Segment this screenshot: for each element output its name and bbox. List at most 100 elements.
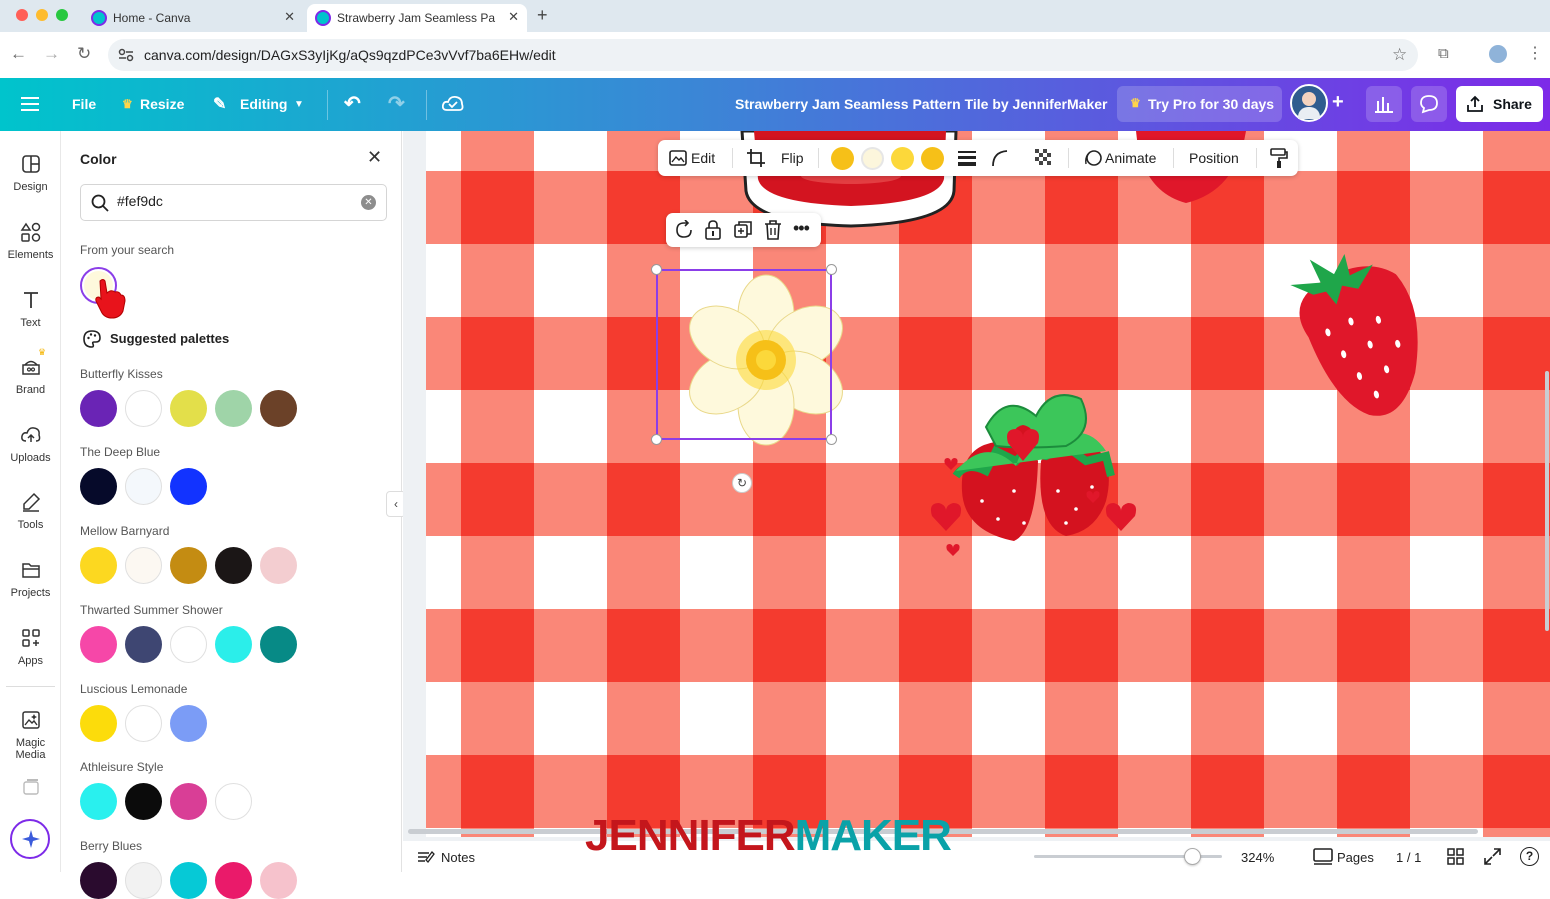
- palette-swatch[interactable]: [125, 705, 162, 742]
- copy-style-paint-roller-icon[interactable]: [1269, 147, 1289, 169]
- pages-button[interactable]: Pages: [1337, 850, 1374, 865]
- palette-swatch[interactable]: [215, 390, 252, 427]
- resize-handle[interactable]: [826, 434, 837, 445]
- selection-box[interactable]: [651, 264, 837, 445]
- design-title[interactable]: Strawberry Jam Seamless Pattern Tile by …: [735, 96, 1107, 112]
- close-window-button[interactable]: [16, 9, 28, 21]
- maximize-window-button[interactable]: [56, 9, 68, 21]
- site-settings-icon[interactable]: [118, 48, 134, 62]
- lock-icon[interactable]: [704, 219, 722, 241]
- add-collaborator-icon[interactable]: +: [1332, 91, 1344, 114]
- minimize-window-button[interactable]: [36, 9, 48, 21]
- palette-swatch[interactable]: [125, 547, 162, 584]
- element-color-swatch[interactable]: [861, 147, 884, 170]
- profile-avatar[interactable]: [1489, 45, 1507, 63]
- resize-handle[interactable]: [651, 434, 662, 445]
- color-search-input[interactable]: [117, 193, 347, 209]
- palette-swatch[interactable]: [215, 547, 252, 584]
- help-icon[interactable]: ?: [1520, 847, 1539, 866]
- more-options-icon[interactable]: •••: [793, 218, 810, 239]
- browser-menu-icon[interactable]: ⋮: [1527, 43, 1543, 63]
- palette-swatch[interactable]: [125, 390, 162, 427]
- resize-handle[interactable]: [651, 264, 662, 275]
- insights-button[interactable]: [1366, 86, 1402, 122]
- rail-item-design[interactable]: Design: [0, 153, 61, 193]
- transparency-icon[interactable]: [1035, 149, 1053, 167]
- clear-search-icon[interactable]: ✕: [361, 195, 376, 210]
- collaborator-avatar[interactable]: [1290, 84, 1328, 122]
- palette-swatch[interactable]: [170, 705, 207, 742]
- close-tab-icon[interactable]: ✕: [508, 9, 519, 25]
- rail-item-text[interactable]: Text: [0, 289, 61, 329]
- element-color-swatch[interactable]: [831, 147, 854, 170]
- rotate-comment-icon[interactable]: [674, 220, 694, 240]
- palette-swatch[interactable]: [260, 626, 297, 663]
- delete-trash-icon[interactable]: [764, 219, 782, 241]
- gingham-background[interactable]: [426, 131, 1550, 837]
- palette-swatch[interactable]: [170, 547, 207, 584]
- notes-button[interactable]: Notes: [441, 850, 475, 865]
- palette-swatch[interactable]: [170, 626, 207, 663]
- undo-icon[interactable]: ↶: [344, 91, 361, 116]
- palette-swatch[interactable]: [80, 390, 117, 427]
- palette-swatch[interactable]: [80, 468, 117, 505]
- menu-hamburger-icon[interactable]: [21, 96, 39, 112]
- palette-swatch[interactable]: [125, 862, 162, 899]
- cloud-saved-icon[interactable]: [442, 94, 464, 112]
- palette-swatch[interactable]: [125, 468, 162, 505]
- palette-swatch[interactable]: [170, 783, 207, 820]
- comments-button[interactable]: [1411, 86, 1447, 122]
- palette-swatch[interactable]: [80, 862, 117, 899]
- new-tab-icon[interactable]: +: [537, 5, 548, 26]
- canva-assistant-button[interactable]: [10, 819, 50, 859]
- palette-swatch[interactable]: [215, 862, 252, 899]
- url-field[interactable]: canva.com/design/DAGxS3yIjKg/aQs9qzdPCe3…: [108, 39, 1418, 71]
- flip-button[interactable]: Flip: [781, 150, 804, 166]
- resize-handle[interactable]: [826, 264, 837, 275]
- color-search-field[interactable]: ✕: [80, 184, 387, 221]
- fullscreen-icon[interactable]: [1484, 848, 1501, 865]
- crop-icon[interactable]: [746, 148, 766, 168]
- try-pro-button[interactable]: ♛ Try Pro for 30 days: [1117, 86, 1282, 122]
- more-apps-icon[interactable]: [21, 777, 41, 797]
- palette-swatch[interactable]: [125, 626, 162, 663]
- palette-swatch[interactable]: [260, 547, 297, 584]
- palette-swatch[interactable]: [125, 783, 162, 820]
- palette-swatch[interactable]: [260, 390, 297, 427]
- rail-item-uploads[interactable]: Uploads: [0, 424, 61, 464]
- grid-view-icon[interactable]: [1447, 848, 1464, 865]
- rail-item-projects[interactable]: Projects: [0, 559, 61, 599]
- rotate-handle-icon[interactable]: ↻: [732, 473, 752, 493]
- bookmark-star-icon[interactable]: ☆: [1392, 45, 1407, 65]
- share-button[interactable]: Share: [1456, 86, 1543, 122]
- element-color-swatch[interactable]: [891, 147, 914, 170]
- palette-swatch[interactable]: [80, 783, 117, 820]
- close-tab-icon[interactable]: ✕: [284, 9, 295, 25]
- palette-swatch[interactable]: [215, 626, 252, 663]
- browser-tab-home[interactable]: Home - Canva ✕: [83, 4, 303, 32]
- editing-mode-button[interactable]: Editing: [240, 96, 287, 112]
- border-style-icon[interactable]: [958, 150, 976, 166]
- palette-swatch[interactable]: [170, 390, 207, 427]
- cast-icon[interactable]: ⧉: [1438, 45, 1449, 62]
- rail-item-magic-media[interactable]: Magic Media: [0, 709, 61, 761]
- zoom-slider-thumb[interactable]: [1183, 848, 1201, 865]
- forward-icon[interactable]: →: [43, 44, 60, 64]
- palette-swatch[interactable]: [170, 468, 207, 505]
- element-color-swatch[interactable]: [921, 147, 944, 170]
- vertical-scrollbar[interactable]: [1545, 371, 1549, 631]
- rail-item-brand[interactable]: Brand: [0, 356, 61, 396]
- palette-swatch[interactable]: [80, 705, 117, 742]
- reload-icon[interactable]: ↻: [77, 44, 91, 64]
- browser-tab-design[interactable]: Strawberry Jam Seamless Pa ✕: [307, 4, 527, 32]
- back-icon[interactable]: ←: [10, 44, 27, 64]
- file-menu[interactable]: File: [72, 96, 96, 112]
- rail-item-tools[interactable]: Tools: [0, 491, 61, 531]
- close-panel-icon[interactable]: ✕: [367, 147, 382, 168]
- redo-icon[interactable]: ↷: [388, 91, 405, 116]
- animate-button[interactable]: Animate: [1105, 150, 1156, 166]
- palette-swatch[interactable]: [80, 547, 117, 584]
- position-button[interactable]: Position: [1189, 150, 1239, 166]
- palette-swatch[interactable]: [260, 862, 297, 899]
- rail-item-apps[interactable]: Apps: [0, 627, 61, 667]
